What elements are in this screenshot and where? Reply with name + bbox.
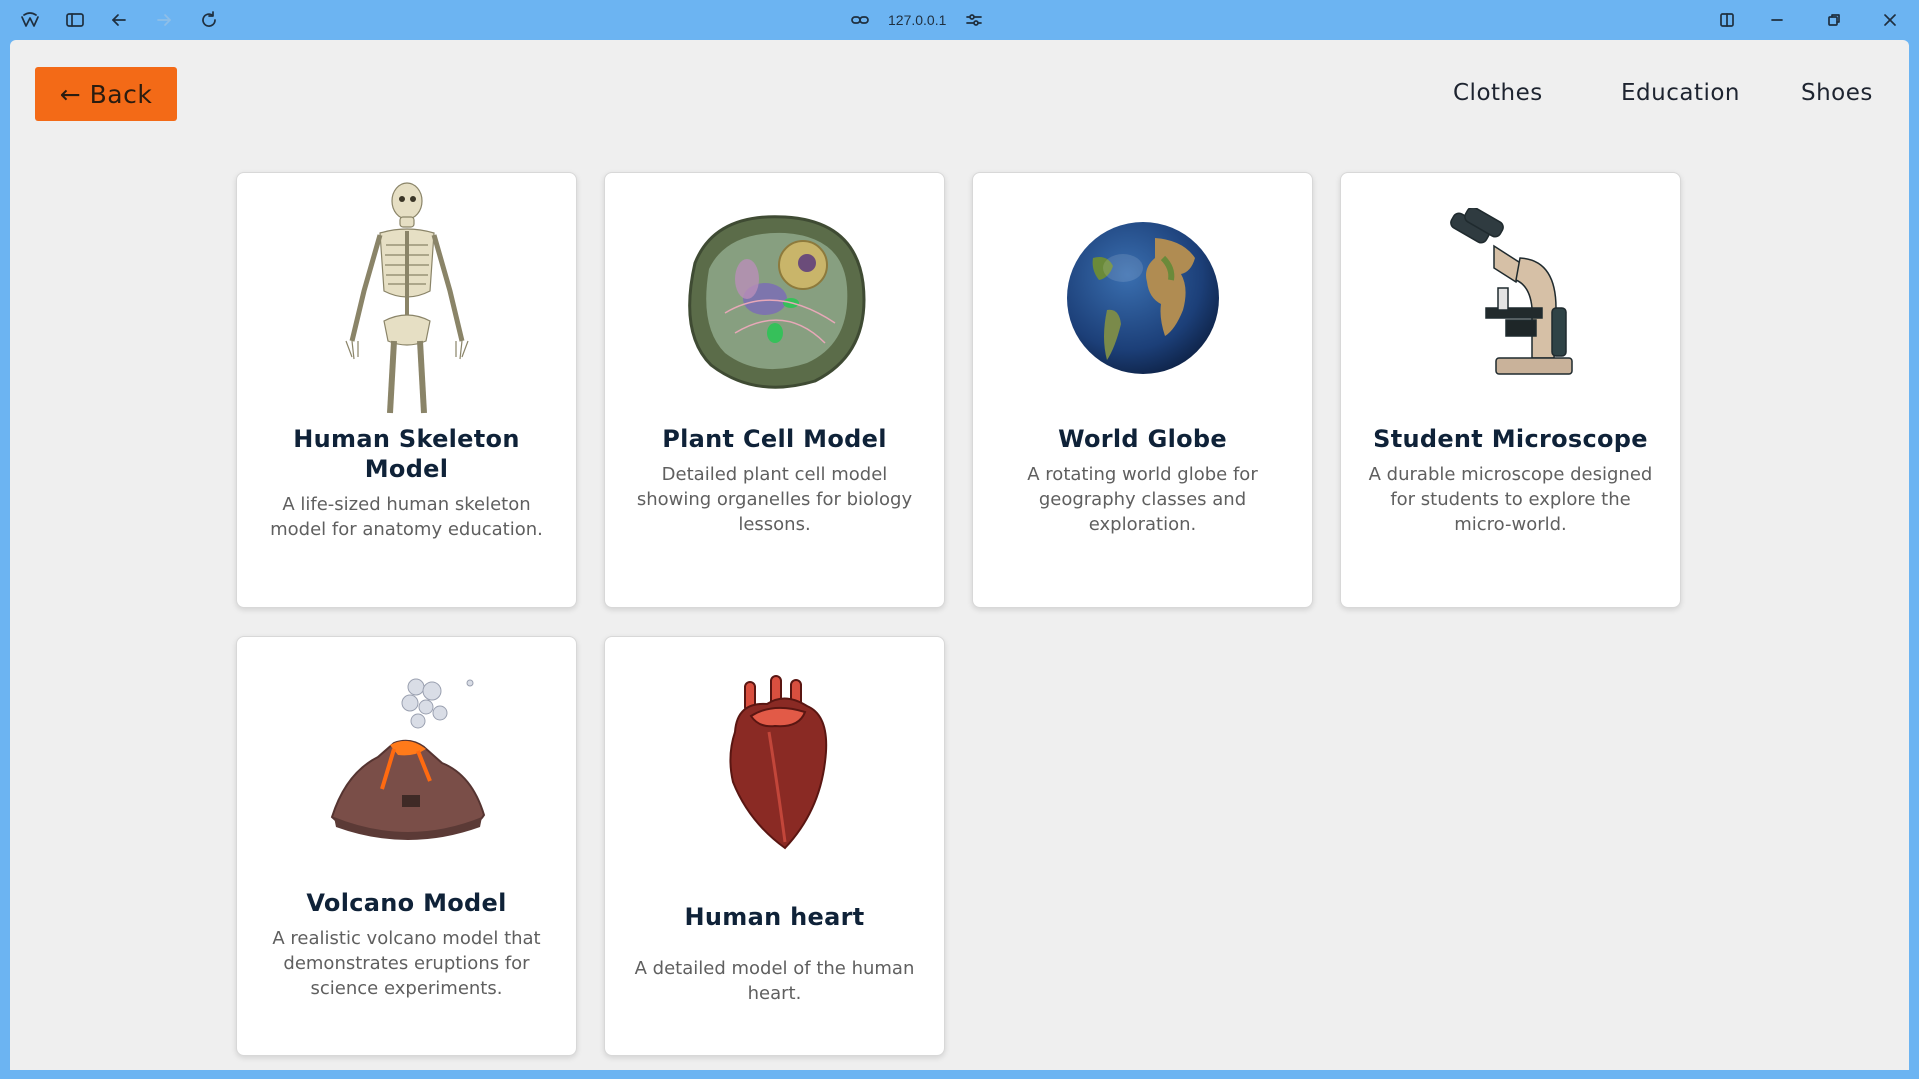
product-description: A durable microscope designed for studen… xyxy=(1368,464,1653,535)
product-description: Detailed plant cell model showing organe… xyxy=(636,464,913,535)
product-card[interactable]: Volcano Model A realistic volcano model … xyxy=(236,636,577,1056)
site-settings-icon[interactable] xyxy=(964,10,984,30)
product-description: A realistic volcano model that demonstra… xyxy=(272,928,541,999)
product-title: Plant Cell Model xyxy=(662,425,887,453)
globe-image xyxy=(995,178,1290,418)
product-description: A life-sized human skeleton model for an… xyxy=(270,494,543,540)
product-title: Human Skeleton Model xyxy=(293,425,520,483)
link-icon xyxy=(850,10,870,30)
product-card[interactable]: Human Skeleton Model A life-sized human … xyxy=(236,172,577,608)
split-view-icon[interactable] xyxy=(1715,8,1739,32)
product-description: A rotating world globe for geography cla… xyxy=(1027,464,1258,535)
product-title: Human heart xyxy=(684,903,865,931)
close-icon[interactable] xyxy=(1878,8,1902,32)
nav-shoes[interactable]: Shoes xyxy=(1801,80,1873,106)
product-card[interactable]: Student Microscope A durable microscope … xyxy=(1340,172,1681,608)
minimize-icon[interactable] xyxy=(1765,8,1789,32)
plant-cell-image xyxy=(627,178,922,418)
browser-toolbar: 127.0.0.1 xyxy=(0,0,1919,40)
back-button[interactable]: ← Back xyxy=(35,67,177,121)
heart-image xyxy=(627,642,922,882)
address-bar[interactable]: 127.0.0.1 xyxy=(850,8,984,32)
sidebar-toggle-icon[interactable] xyxy=(63,8,87,32)
product-description: A detailed model of the human heart. xyxy=(634,958,915,1004)
product-card[interactable]: Human heart A detailed model of the huma… xyxy=(604,636,945,1056)
product-title: Volcano Model xyxy=(306,889,507,917)
product-title: Student Microscope xyxy=(1373,425,1648,453)
nav-education[interactable]: Education xyxy=(1621,80,1740,106)
reload-icon[interactable] xyxy=(197,8,221,32)
product-card[interactable]: Plant Cell Model Detailed plant cell mod… xyxy=(604,172,945,608)
volcano-image xyxy=(259,642,554,882)
url-text[interactable]: 127.0.0.1 xyxy=(888,12,946,28)
nav-clothes[interactable]: Clothes xyxy=(1453,80,1543,106)
forward-arrow-icon[interactable] xyxy=(152,8,176,32)
restore-icon[interactable] xyxy=(1822,8,1846,32)
back-arrow-icon[interactable] xyxy=(107,8,131,32)
skeleton-image xyxy=(259,178,554,418)
app-logo-icon[interactable] xyxy=(18,8,42,32)
product-title: World Globe xyxy=(1058,425,1227,453)
microscope-image xyxy=(1363,178,1658,418)
product-grid: Human Skeleton Model A life-sized human … xyxy=(236,172,1681,1056)
page-viewport: ← Back Clothes Education Shoes Human Ske… xyxy=(10,40,1909,1070)
product-card[interactable]: World Globe A rotating world globe for g… xyxy=(972,172,1313,608)
